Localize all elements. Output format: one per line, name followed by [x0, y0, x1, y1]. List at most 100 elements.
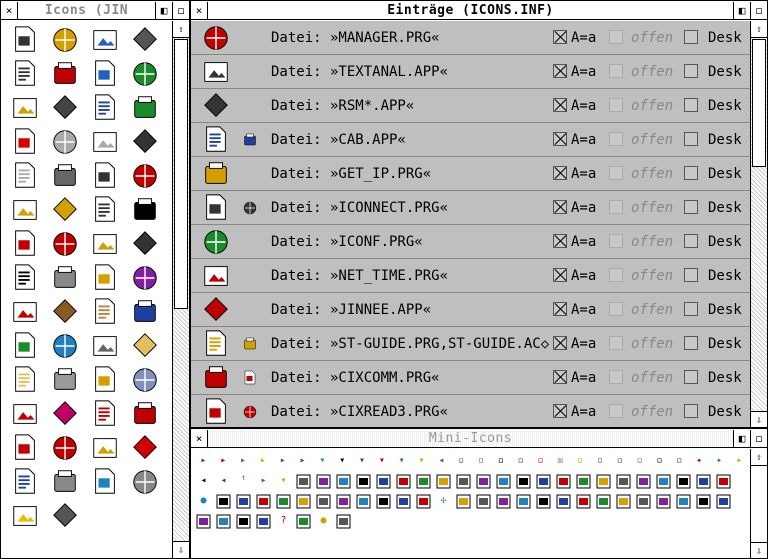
- red-book-icon[interactable]: [5, 295, 45, 329]
- pencil-diamond-icon[interactable]: [85, 363, 125, 397]
- icons-scrollbar[interactable]: ⇧ ⇩: [172, 21, 189, 558]
- mini-icon[interactable]: ▫: [453, 453, 470, 470]
- mini-icon[interactable]: [215, 493, 232, 510]
- open-folder-icon[interactable]: [125, 329, 165, 363]
- mini-icon[interactable]: ●: [315, 513, 332, 530]
- mini-icon[interactable]: [635, 473, 652, 490]
- mini-icon[interactable]: ▫: [492, 453, 509, 470]
- binders-icon[interactable]: [85, 261, 125, 295]
- mini-icon[interactable]: [615, 473, 632, 490]
- mini-icon[interactable]: ▾: [373, 453, 390, 470]
- open-checkbox[interactable]: [609, 166, 623, 180]
- mini-icon[interactable]: [355, 493, 372, 510]
- font-table-icon[interactable]: [125, 125, 165, 159]
- einstein-icon[interactable]: [45, 261, 85, 295]
- open-checkbox[interactable]: [609, 302, 623, 316]
- panda-icon[interactable]: [5, 261, 45, 295]
- mini-icon[interactable]: ●: [195, 493, 212, 510]
- folder-icon[interactable]: [5, 363, 45, 397]
- mini-icon[interactable]: [335, 493, 352, 510]
- mini-icon[interactable]: [515, 493, 532, 510]
- pencil-pad-icon[interactable]: [85, 431, 125, 465]
- desk-checkbox[interactable]: [684, 336, 698, 350]
- zip-document-icon[interactable]: [5, 193, 45, 227]
- desk-checkbox[interactable]: [684, 404, 698, 418]
- entry-row[interactable]: Datei: »CIXCOMM.PRG« A=a offen Desk: [191, 361, 750, 395]
- mini-icon[interactable]: [555, 493, 572, 510]
- mini-icon[interactable]: ▸: [274, 453, 291, 470]
- color-cubes-icon[interactable]: [5, 397, 45, 431]
- purple-book-icon[interactable]: [125, 261, 165, 295]
- white-diamond-icon[interactable]: [45, 363, 85, 397]
- desk-checkbox[interactable]: [684, 166, 698, 180]
- icons-titlebar[interactable]: × Icons (JIN ◧ ◻: [1, 1, 189, 20]
- case-checkbox[interactable]: [553, 268, 567, 282]
- mini-icon[interactable]: ▸: [235, 453, 252, 470]
- printer-icon[interactable]: [45, 465, 85, 499]
- earth-globe-icon[interactable]: [45, 329, 85, 363]
- mini-icon[interactable]: ✦: [691, 453, 708, 470]
- mini-icon[interactable]: [215, 513, 232, 530]
- entry-row[interactable]: Datei: »ICONNECT.PRG« A=a offen Desk: [191, 191, 750, 225]
- mini-icon[interactable]: [615, 493, 632, 510]
- close-icon[interactable]: ×: [191, 429, 208, 447]
- mini-icon[interactable]: [715, 473, 732, 490]
- mini-icon[interactable]: [655, 473, 672, 490]
- scroll-up-icon[interactable]: ⇧: [751, 449, 767, 466]
- jpeg-document-icon[interactable]: [85, 57, 125, 91]
- open-checkbox[interactable]: [609, 200, 623, 214]
- close-icon[interactable]: ×: [1, 1, 18, 19]
- scroll-down-icon[interactable]: ⇩: [751, 542, 767, 558]
- case-checkbox[interactable]: [553, 234, 567, 248]
- mini-icon[interactable]: ▾: [334, 453, 351, 470]
- mini-icon[interactable]: [475, 493, 492, 510]
- mini-icon[interactable]: [195, 513, 212, 530]
- mini-icon[interactable]: ☒: [552, 453, 569, 470]
- info-person-icon[interactable]: [5, 465, 45, 499]
- desk-checkbox[interactable]: [684, 234, 698, 248]
- o-document-icon[interactable]: [5, 159, 45, 193]
- mini-icon[interactable]: [315, 473, 332, 490]
- mini-icon[interactable]: ▾: [354, 453, 371, 470]
- mini-icon[interactable]: [335, 513, 352, 530]
- mini-icon[interactable]: [395, 473, 412, 490]
- mini-icon[interactable]: [555, 473, 572, 490]
- mini-icon[interactable]: ▾: [314, 453, 331, 470]
- mini-icon[interactable]: [295, 493, 312, 510]
- mini-icon[interactable]: [435, 473, 452, 490]
- mini-icon[interactable]: [375, 493, 392, 510]
- exclamation-icon[interactable]: [125, 431, 165, 465]
- mini-icon[interactable]: [675, 493, 692, 510]
- case-checkbox[interactable]: [553, 200, 567, 214]
- mini-icon[interactable]: [535, 493, 552, 510]
- mini-icon[interactable]: ◂: [433, 453, 450, 470]
- monitor-icon[interactable]: [85, 465, 125, 499]
- hay-document-icon[interactable]: [45, 193, 85, 227]
- open-checkbox[interactable]: [609, 404, 623, 418]
- h-document-icon[interactable]: [85, 125, 125, 159]
- mini-icon[interactable]: [515, 473, 532, 490]
- crossed-diamond-icon[interactable]: [45, 431, 85, 465]
- case-checkbox[interactable]: [553, 132, 567, 146]
- doctor-icon[interactable]: [85, 295, 125, 329]
- mini-icons-titlebar[interactable]: × Mini-Icons ◧ ◻: [191, 429, 767, 448]
- iconify-icon[interactable]: ◧: [733, 1, 750, 19]
- mini-icon[interactable]: [495, 493, 512, 510]
- mini-icon[interactable]: [275, 493, 292, 510]
- mini-icon[interactable]: ▫: [651, 453, 668, 470]
- entries-titlebar[interactable]: × Einträge (ICONS.INF) ◧ ◻: [191, 1, 767, 20]
- mini-icon[interactable]: [655, 493, 672, 510]
- mini-icon[interactable]: ✢: [435, 493, 452, 510]
- mini-icon[interactable]: ᵗ: [235, 473, 252, 490]
- paint-document-icon[interactable]: [85, 23, 125, 57]
- entry-row[interactable]: Datei: »GET_IP.PRG« A=a offen Desk: [191, 157, 750, 191]
- mini-icon[interactable]: [675, 473, 692, 490]
- mini-icon[interactable]: [395, 493, 412, 510]
- entry-row[interactable]: Datei: »ICONF.PRG« A=a offen Desk: [191, 225, 750, 259]
- lightbulb-icon[interactable]: [5, 499, 45, 533]
- mini-icon[interactable]: ▫: [473, 453, 490, 470]
- close-icon[interactable]: ×: [191, 1, 208, 19]
- scroll-thumb[interactable]: [752, 39, 766, 167]
- blue-diamond-icon[interactable]: [125, 363, 165, 397]
- mini-icon[interactable]: [475, 473, 492, 490]
